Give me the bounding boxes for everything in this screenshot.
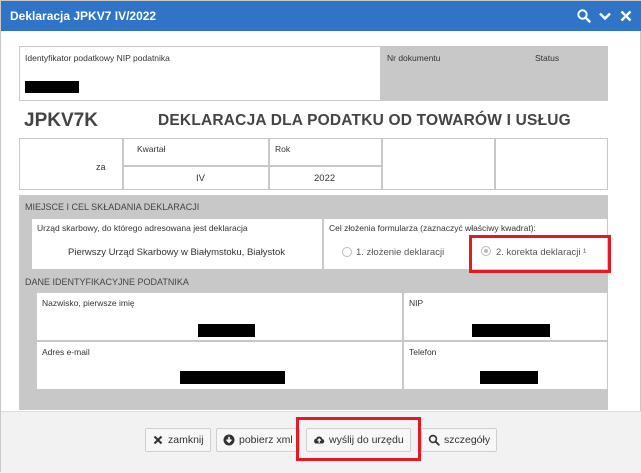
search-icon	[428, 434, 440, 446]
section-identity-title: DANE IDENTYFIKACYJNE PODATNIKA	[25, 277, 189, 287]
redacted-phone	[480, 371, 538, 384]
year-label-cell: Rok	[269, 138, 382, 166]
times-icon	[153, 435, 163, 445]
za-label: za	[96, 162, 106, 172]
period-empty-cell-1	[382, 138, 495, 190]
year-value-cell: 2022	[269, 166, 382, 190]
redacted-nip2	[472, 324, 550, 337]
declaration-form: Identyfikator podatkowy NIP podatnika Nr…	[19, 46, 608, 410]
send-highlight	[296, 417, 421, 461]
purpose-option-submit: 1. złożenie deklaracji	[356, 247, 445, 258]
quarter-label-cell: Kwartał	[123, 138, 269, 166]
declaration-dialog: Deklaracja JPKV7 IV/2022 Identyfikator p…	[0, 0, 641, 473]
phone-cell: Telefon	[403, 341, 608, 390]
download-icon	[223, 434, 235, 446]
name-cell: Nazwisko, pierwsze imię	[36, 292, 403, 341]
nip-cell: Identyfikator podatkowy NIP podatnika	[19, 46, 381, 101]
form-heading: DEKLARACJA DLA PODATKU OD TOWARÓW I USŁU…	[158, 112, 571, 129]
office-value: Pierwszy Urząd Skarbowy w Białymstoku, B…	[68, 247, 285, 258]
download-button-label: pobierz xml	[239, 434, 293, 446]
close-icon[interactable]	[618, 8, 634, 24]
dialog-title: Deklaracja JPKV7 IV/2022	[10, 9, 157, 23]
year-value: 2022	[314, 173, 336, 184]
phone-label: Telefon	[409, 347, 437, 357]
email-label: Adres e-mail	[42, 347, 90, 357]
form-code: JPKV7K	[24, 110, 98, 131]
quarter-label: Kwartał	[137, 144, 166, 154]
purpose-radio-submit[interactable]	[342, 247, 352, 257]
status-label: Status	[535, 53, 560, 63]
quarter-value-cell: IV	[123, 166, 269, 190]
chevron-down-icon[interactable]	[597, 8, 613, 24]
nip2-label: NIP	[409, 298, 424, 308]
nip2-cell: NIP	[403, 292, 608, 341]
search-icon[interactable]	[576, 8, 592, 24]
close-button-label: zamknij	[168, 434, 204, 446]
redacted-nip	[25, 81, 79, 93]
period-empty-cell-2	[495, 138, 608, 190]
redacted-name	[198, 324, 255, 337]
nip-label: Identyfikator podatkowy NIP podatnika	[25, 53, 170, 63]
close-button[interactable]: zamknij	[145, 428, 211, 452]
section-place-title: MIEJSCE I CEL SKŁADANIA DEKLARACJI	[25, 202, 200, 212]
za-cell: za	[19, 138, 123, 190]
correction-highlight	[469, 235, 611, 273]
details-button-label: szczegóły	[444, 434, 491, 446]
doc-number-cell: Nr dokumentu	[381, 46, 528, 101]
status-cell: Status	[528, 46, 608, 101]
email-cell: Adres e-mail	[36, 341, 403, 390]
dialog-titlebar: Deklaracja JPKV7 IV/2022	[1, 1, 641, 31]
download-xml-button[interactable]: pobierz xml	[216, 428, 300, 452]
quarter-value: IV	[196, 173, 205, 184]
redacted-email	[180, 371, 285, 384]
office-cell: Urząd skarbowy, do którego adresowana je…	[31, 218, 323, 270]
doc-number-label: Nr dokumentu	[387, 53, 441, 63]
details-button[interactable]: szczegóły	[421, 428, 498, 452]
year-label: Rok	[275, 144, 291, 154]
name-label: Nazwisko, pierwsze imię	[42, 298, 135, 308]
office-label: Urząd skarbowy, do którego adresowana je…	[37, 223, 248, 233]
purpose-label: Cel złożenia formularza (zaznaczyć właśc…	[329, 223, 536, 233]
